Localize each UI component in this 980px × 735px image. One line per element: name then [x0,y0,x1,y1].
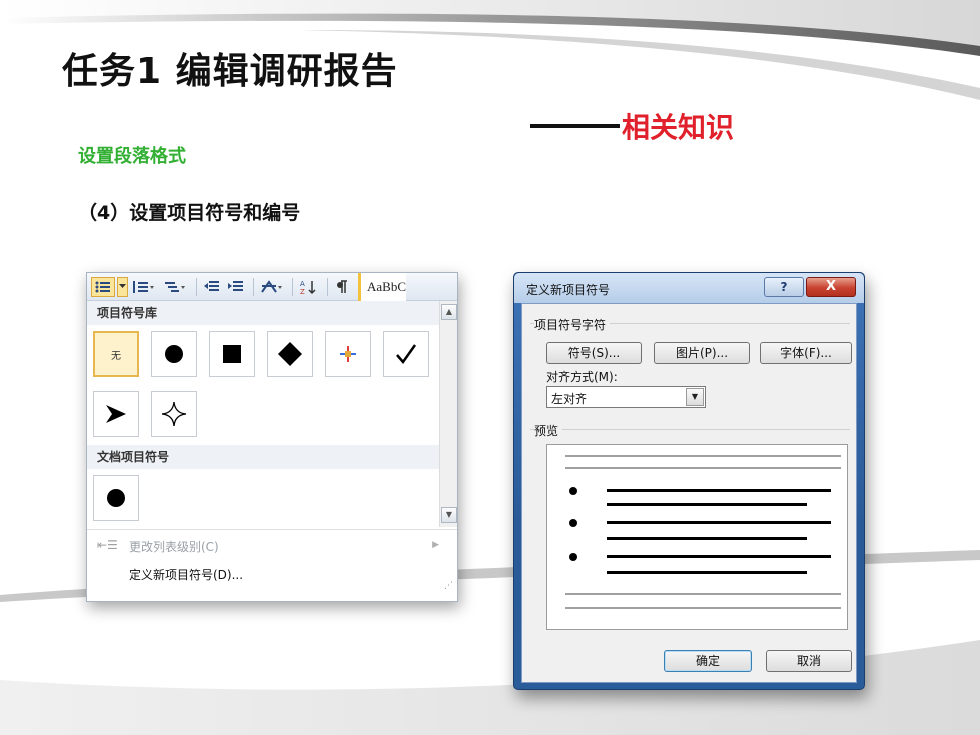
picture-button[interactable]: 图片(P)... [654,342,750,364]
preview-text-line [607,503,807,506]
bullet-option-star[interactable] [151,391,197,437]
decrease-indent-icon [204,280,219,291]
svg-text:Z: Z [300,288,305,295]
show-marks-button[interactable] [332,277,352,297]
toolbar-separator [253,277,254,296]
preview-grey-line [565,455,841,457]
chinese-layout-button[interactable] [258,277,286,297]
document-bullet-circle[interactable] [93,475,139,521]
numbering-icon [133,280,154,293]
ribbon-paragraph-toolbar: AZ AaBbC [87,272,457,301]
close-button[interactable]: X [806,277,856,297]
bullet-option-circle[interactable] [151,331,197,377]
multicolor-star-icon [340,346,356,362]
filled-circle-icon [107,489,125,507]
preview-text-line [607,555,831,558]
library-scrollbar[interactable]: ▲ ▼ [439,301,457,527]
increase-indent-button[interactable] [225,277,247,297]
bullet-library-list: 项目符号库 无 文档项目符号 [87,301,439,527]
resize-grip-icon[interactable]: ⋰ [444,581,453,591]
numbering-button[interactable] [130,277,158,297]
paragraph-mark-icon [337,279,347,293]
help-button[interactable]: ? [764,277,804,297]
multilevel-list-button[interactable] [160,277,190,297]
define-new-bullet-dialog: 定义新项目符号 ? X 项目符号字符 符号(S)... 图片(P)... 字体(… [513,272,865,690]
preview-grey-line [565,467,841,469]
bullet-option-checkmark[interactable] [383,331,429,377]
multilevel-list-icon [165,281,185,292]
list-level-icon: ⇤☰ [97,538,118,552]
ok-button[interactable]: 确定 [664,650,752,672]
bullets-dropdown-button[interactable] [117,276,128,297]
checkmark-icon [396,344,417,365]
bullet-char-group-label: 项目符号字符 [534,316,611,333]
arrowhead-icon [106,405,126,423]
chevron-down-icon[interactable]: ▼ [686,388,704,406]
preview-grey-line [565,593,841,595]
increase-indent-icon [228,280,243,291]
preview-grey-line [565,607,841,609]
bullet-option-none[interactable]: 无 [93,331,139,377]
group-divider [530,429,850,430]
preview-text-line [607,537,807,540]
dialog-titlebar[interactable]: 定义新项目符号 ? X [514,273,864,303]
bullet-option-multicolor[interactable] [325,331,371,377]
font-button[interactable]: 字体(F)... [760,342,852,364]
sort-icon: AZ [300,280,316,295]
chinese-layout-icon [261,279,282,293]
scroll-down-button[interactable]: ▼ [441,507,457,523]
bullets-button[interactable] [91,276,115,297]
filled-square-icon [223,345,241,363]
preview-bullet-dot [569,553,577,561]
preview-text-line [607,571,807,574]
svg-text:A: A [300,280,305,288]
toolbar-separator [196,277,197,296]
bullet-none-label: 无 [111,350,121,362]
document-bullets-header: 文档项目符号 [87,445,439,469]
toolbar-separator [327,277,328,296]
scroll-up-button[interactable]: ▲ [441,304,457,320]
library-header: 项目符号库 [87,301,439,325]
preview-text-line [607,489,831,492]
change-list-level-item[interactable]: 更改列表级别(C) [129,538,219,555]
slide-subtitle: 相关知识 [622,111,735,144]
bullet-option-square[interactable] [209,331,255,377]
preview-text-line [607,521,831,524]
four-point-star-icon [161,401,187,427]
style-gallery-preview[interactable]: AaBbC [358,272,406,301]
decrease-indent-button[interactable] [201,277,223,297]
preview-label: 预览 [534,422,563,439]
alignment-value: 左对齐 [551,392,588,406]
slide-title: 任务1 编辑调研报告 [62,51,398,92]
dialog-client-area: 项目符号字符 符号(S)... 图片(P)... 字体(F)... 对齐方式(M… [521,303,857,683]
cancel-button[interactable]: 取消 [766,650,852,672]
bullet-option-diamond[interactable] [267,331,313,377]
preview-bullet-dot [569,487,577,495]
library-menu-items: ⇤☰ 更改列表级别(C) ▶ 定义新项目符号(D)... ⋰ [87,529,457,593]
submenu-arrow-icon: ▶ [432,540,439,550]
sort-button[interactable]: AZ [297,277,321,297]
bullets-icon [95,281,110,292]
bullet-preview [546,444,848,630]
symbol-button[interactable]: 符号(S)... [546,342,642,364]
bullet-option-arrowhead[interactable] [93,391,139,437]
dialog-title: 定义新项目符号 [526,283,611,297]
define-new-bullet-item[interactable]: 定义新项目符号(D)... [129,566,243,583]
alignment-label: 对齐方式(M): [546,370,618,384]
bullet-library-panel: AZ AaBbC 项目符号库 无 文档项目符号 ▲ ▼ ⇤☰ 更改列表级别(C)… [86,272,458,602]
subtitle-group: 相关知识 [530,106,734,146]
filled-circle-icon [165,345,183,363]
preview-bullet-dot [569,519,577,527]
alignment-select[interactable]: 左对齐 ▼ [546,386,706,408]
section-heading: 设置段落格式 [78,146,186,167]
toolbar-separator [292,277,293,296]
chevron-down-icon [119,284,126,288]
subtitle-dash [530,124,620,128]
filled-diamond-icon [278,342,302,366]
step-heading: （4）设置项目符号和编号 [78,202,301,224]
